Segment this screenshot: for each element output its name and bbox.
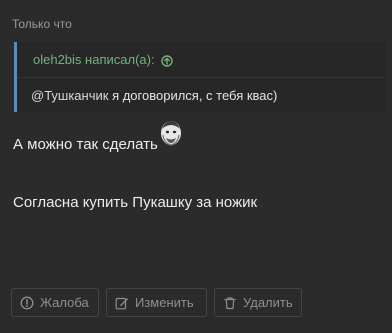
report-button[interactable]: Жалоба [11,288,99,317]
exclamation-circle-icon [20,296,34,310]
post-line-1: А можно так сделать [13,136,158,153]
arrow-up-circle-icon[interactable] [160,54,173,67]
delete-button-label: Удалить [243,295,293,310]
post-line-2: Согласна купить Пукашку за ножик [13,194,258,211]
post-timestamp: Только что [12,17,72,31]
quote-mention[interactable]: @Тушканчик [31,88,108,103]
post-actions: Жалоба Изменить Удалить [11,288,302,317]
edit-button-label: Изменить [135,295,194,310]
edit-icon [115,296,129,310]
quote-text: я договорился, с тебя квас) [108,88,278,103]
post: Только что oleh2bis написал(а): @Тушканч… [0,0,392,333]
face-emoji-icon [159,119,183,147]
quote-header: oleh2bis написал(а): [17,42,386,78]
quote-author[interactable]: oleh2bis написал(а): [33,52,155,67]
quote-body: @Тушканчик я договорился, с тебя квас) [31,88,277,103]
edit-button[interactable]: Изменить [106,288,207,317]
trash-icon [223,296,237,310]
delete-button[interactable]: Удалить [214,288,302,317]
quote-block: oleh2bis написал(а): @Тушканчик я догово… [14,42,386,112]
report-button-label: Жалоба [40,295,89,310]
